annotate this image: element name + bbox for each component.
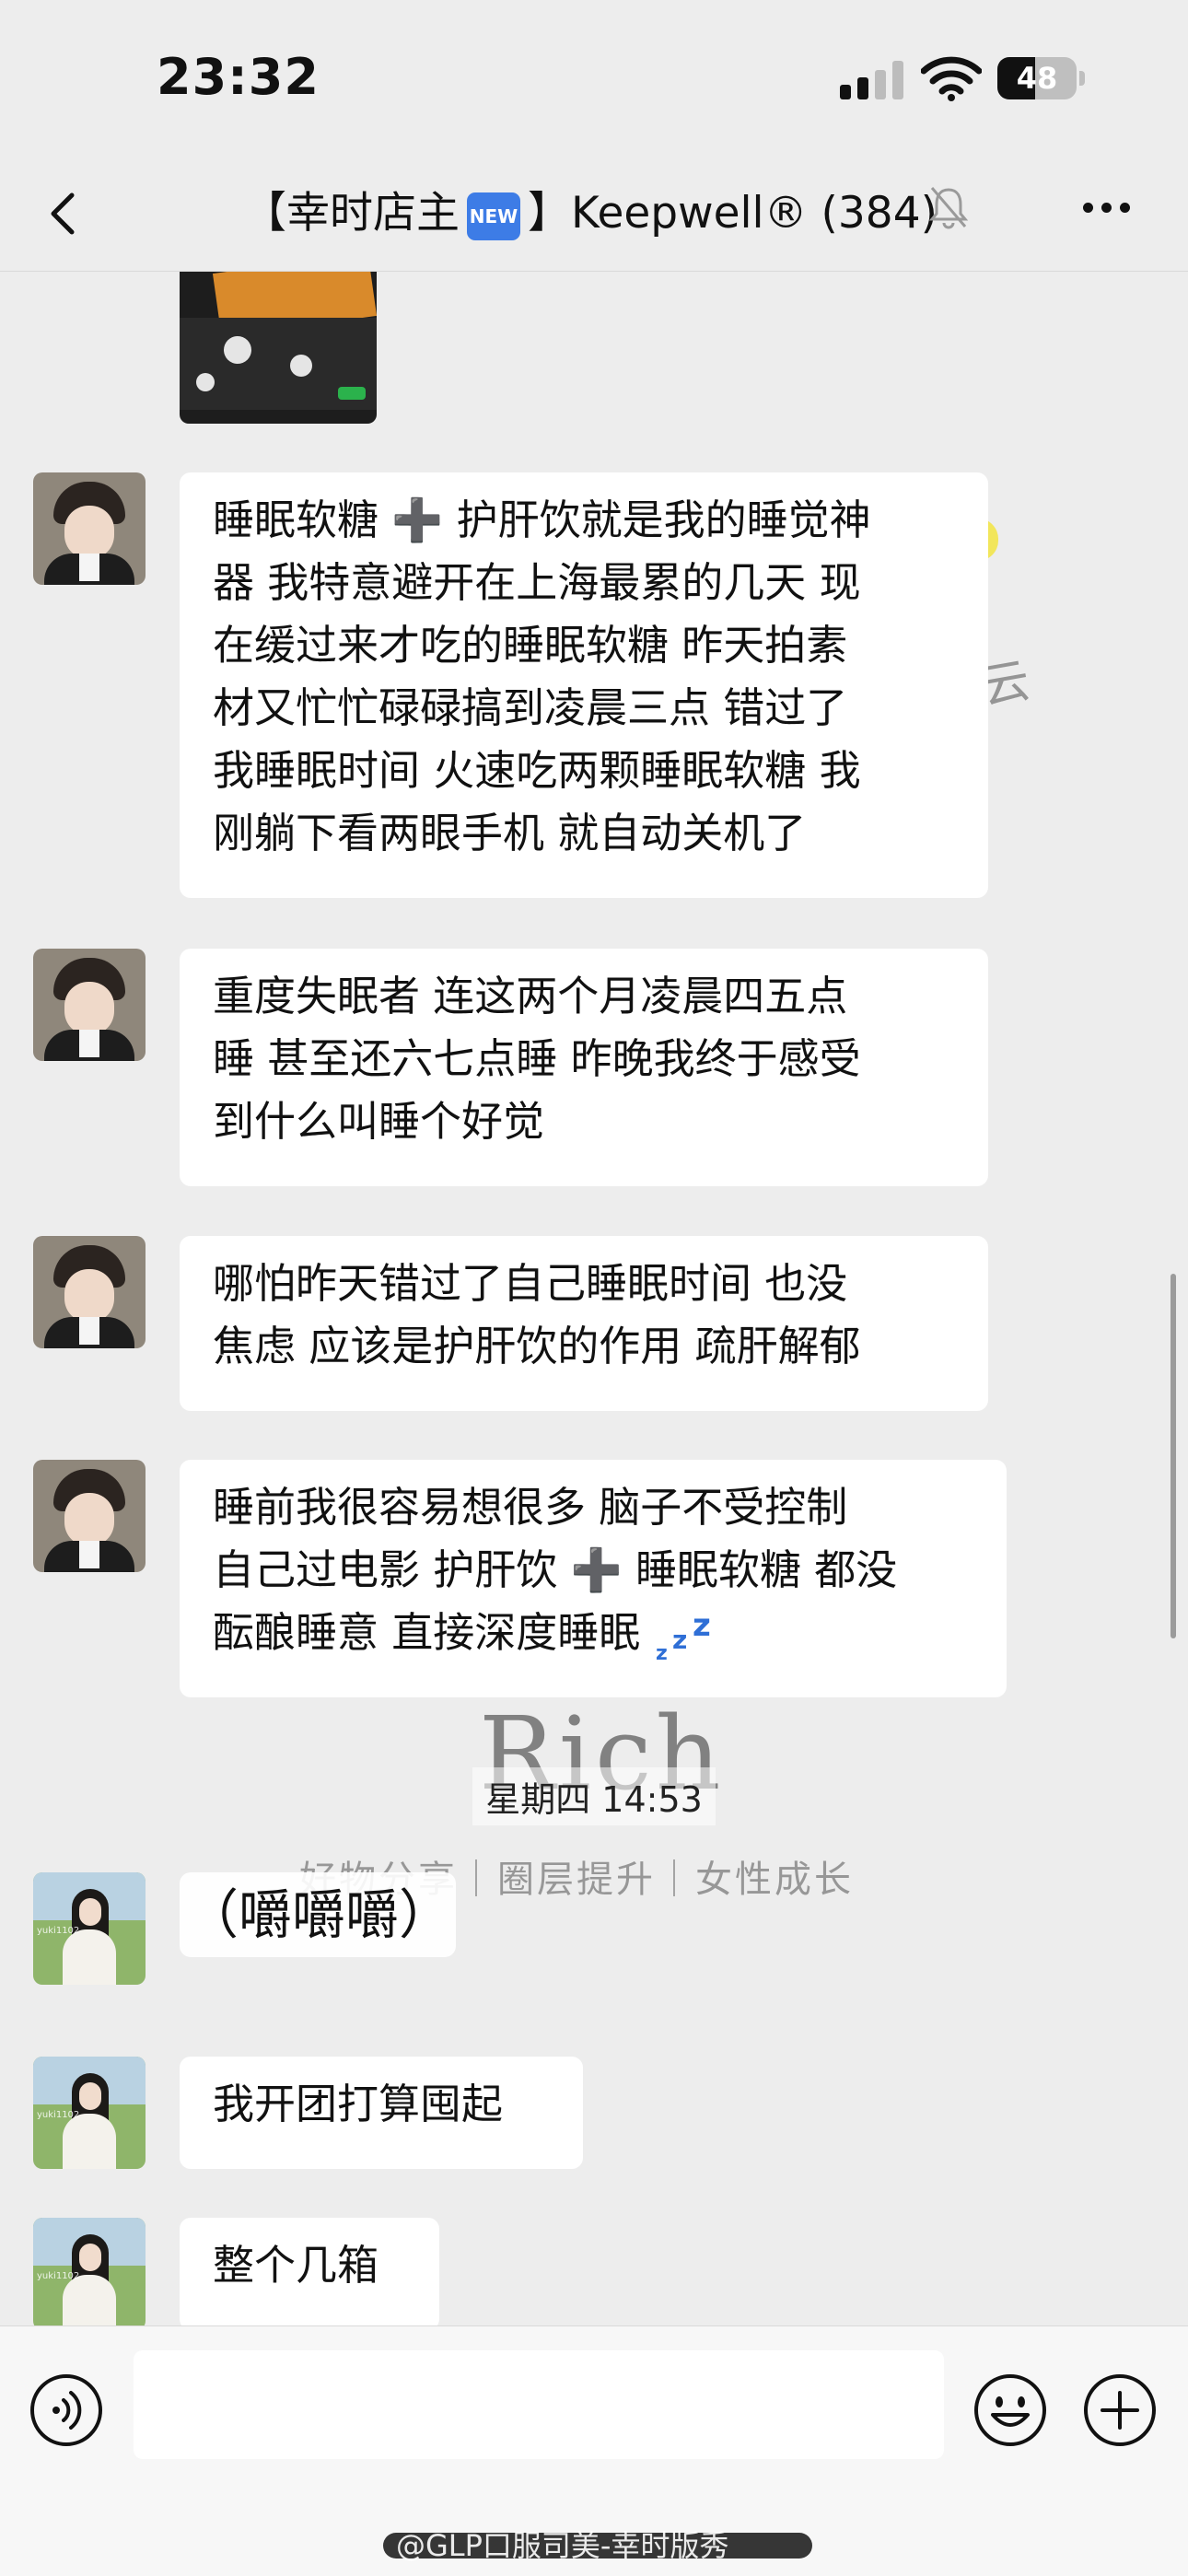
footer-watermark-text: @GLP口服司美-幸时版秀	[396, 2528, 729, 2563]
avatar-caption: yuki1102	[37, 2110, 80, 2120]
message-line: 我开团打算囤起	[213, 2080, 504, 2128]
message-line: 哪怕昨天错过了自己睡眠时间 也没	[213, 1259, 848, 1308]
message-timestamp: 星期四 14:53	[0, 1767, 1188, 1825]
message-bubble: 睡眠软糖 ➕ 护肝饮就是我的睡觉神 器 我特意避开在上海最累的几天 现 在缓过来…	[180, 472, 988, 898]
message-line: 睡前我很容易想很多 脑子不受控制	[213, 1483, 848, 1532]
status-time: 23:32	[157, 48, 320, 106]
mute-bell-icon	[928, 187, 969, 229]
avatar[interactable]: yuki1102	[33, 2057, 146, 2169]
footer-watermark: @GLP口服司美-幸时版秀	[383, 2527, 812, 2564]
avatar[interactable]	[33, 949, 146, 1061]
timestamp-text: 星期四 14:53	[472, 1767, 716, 1825]
group-title-suffix: 】Keepwell® (384)	[528, 188, 938, 239]
new-badge-icon: NEW	[467, 192, 520, 240]
back-chevron-icon[interactable]	[37, 184, 92, 243]
message-bubble: 我开团打算囤起	[180, 2057, 583, 2169]
message-line: （嚼嚼嚼）	[185, 1883, 453, 1946]
chat-header: 【幸时店主 NEW 】Keepwell® (384)	[0, 157, 1188, 272]
avatar[interactable]: yuki1102	[33, 2218, 146, 2325]
message-line: 器 我特意避开在上海最累的几天 现	[213, 558, 861, 607]
message-list[interactable]: 云 睡眠软糖 ➕ 护肝饮就是我的睡觉神 器 我特意避开在上海最累的几天 现 在缓…	[0, 272, 1188, 2325]
message-line: 自己过电影 护肝饮 ➕ 睡眠软糖 都没	[213, 1545, 898, 1594]
message-bubble: 睡前我很容易想很多 脑子不受控制 自己过电影 护肝饮 ➕ 睡眠软糖 都没 酝酿睡…	[180, 1460, 1007, 1697]
plus-icon[interactable]	[1082, 2372, 1158, 2448]
message-line: 到什么叫睡个好觉	[213, 1097, 545, 1146]
sleep-zzz-icon: z z z	[656, 1608, 711, 1663]
message-bubble: 哪怕昨天错过了自己睡眠时间 也没 焦虑 应该是护肝饮的作用 疏肝解郁	[180, 1236, 988, 1411]
message-input[interactable]	[134, 2350, 944, 2459]
message-bubble: 整个几箱	[180, 2218, 439, 2325]
group-title-prefix: 【幸时店主	[243, 188, 460, 239]
avatar[interactable]	[33, 472, 146, 585]
svg-text:z: z	[656, 1642, 668, 1663]
cellular-signal-icon	[840, 61, 904, 99]
message-line: 在缓过来才吃的睡眠软糖 昨天拍素	[213, 621, 848, 670]
svg-text:z: z	[693, 1608, 711, 1644]
avatar-caption: yuki1102	[37, 1926, 80, 1936]
emoji-icon[interactable]	[973, 2372, 1048, 2448]
message-line: 酝酿睡意 直接深度睡眠	[213, 1608, 641, 1657]
avatar[interactable]: yuki1102	[33, 1872, 146, 1985]
wifi-icon	[921, 56, 982, 101]
voice-icon[interactable]	[29, 2372, 104, 2448]
scrollbar[interactable]	[1171, 1274, 1176, 1638]
group-title: 【幸时店主 NEW 】Keepwell® (384)	[243, 184, 938, 243]
more-dots-icon[interactable]	[1077, 188, 1136, 225]
message-line: 焦虑 应该是护肝饮的作用 疏肝解郁	[213, 1322, 861, 1370]
svg-text:z: z	[672, 1625, 687, 1655]
status-bar: 23:32 48	[0, 0, 1188, 157]
message-bubble: 重度失眠者 连这两个月凌晨四五点 睡 甚至还六七点睡 昨晚我终于感受 到什么叫睡…	[180, 949, 988, 1186]
avatar[interactable]	[33, 1236, 146, 1348]
message-line: 我睡眠时间 火速吃两颗睡眠软糖 我	[213, 746, 861, 795]
message-bubble: （嚼嚼嚼）	[180, 1872, 456, 1957]
message-line: 材又忙忙碌碌搞到凌晨三点 错过了	[213, 683, 848, 732]
message-line: 整个几箱	[213, 2241, 379, 2290]
battery-icon: 48	[997, 57, 1086, 99]
battery-level: 48	[1016, 61, 1058, 96]
message-line: 刚躺下看两眼手机 就自动关机了	[213, 809, 807, 857]
message-line: 睡眠软糖 ➕ 护肝饮就是我的睡觉神	[213, 495, 871, 544]
avatar[interactable]	[33, 1460, 146, 1572]
avatar-caption: yuki1102	[37, 2271, 80, 2281]
message-line: 睡 甚至还六七点睡 昨晚我终于感受	[213, 1034, 861, 1083]
message-line: 重度失眠者 连这两个月凌晨四五点	[213, 972, 848, 1020]
image-message[interactable]	[180, 272, 377, 424]
